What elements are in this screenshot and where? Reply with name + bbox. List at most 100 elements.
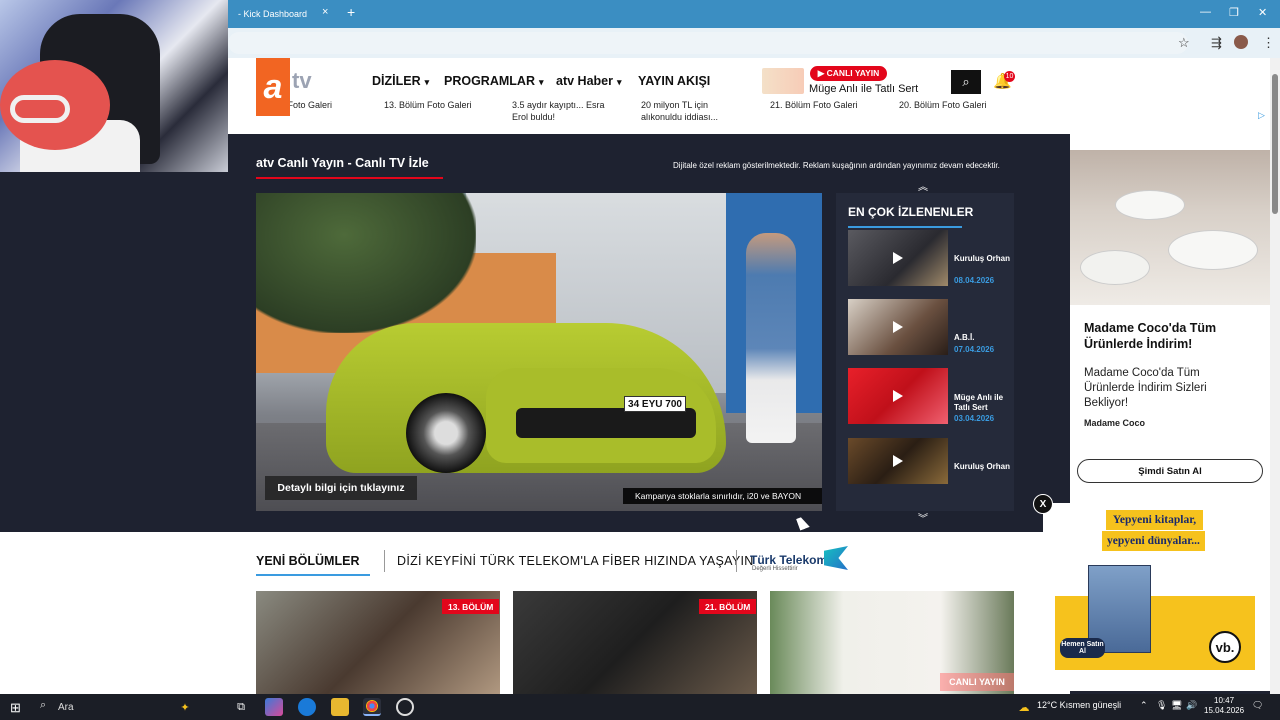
search-button[interactable]: ⌕ [951,70,981,94]
ad-dish [1115,190,1185,220]
webcam-overlay [0,0,228,172]
chevron-down-icon: ▾ [538,77,544,87]
nav-programlar[interactable]: PROGRAMLAR ▾ [444,74,544,88]
play-icon [893,321,903,333]
ad-dish [1168,230,1258,270]
new-tab-button[interactable]: + [347,4,355,20]
strip-item[interactable]: 3.5 aydır kayıptı... Esra Erol buldu! [512,99,622,123]
chevron-up-icon[interactable]: ︽ [918,178,928,193]
title-underline [256,177,443,179]
ad-headline[interactable]: Madame Coco'da Tüm Ürünlerde İndirim! [1084,320,1259,352]
network-icon[interactable]: 🖥 [1171,700,1182,711]
edge-icon[interactable] [298,698,316,716]
video-person [746,233,796,443]
copilot-sparkle-icon[interactable]: ✦ [176,698,194,716]
tab-close-icon[interactable]: × [322,6,328,18]
strip-item[interactable]: 20 milyon TL için alıkonuldu iddiası... [641,99,751,123]
chevron-down-icon[interactable]: ︾ [918,510,928,525]
play-icon [893,252,903,264]
detail-info-button[interactable]: Detaylı bilgi için tıklayınız [265,476,417,500]
address-bar [228,28,1280,58]
most-watched-date: 07.04.2026 [954,345,995,354]
divider [736,550,737,572]
live-broadcast-badge[interactable]: ▶ CANLI YAYIN [810,66,887,81]
most-watched-thumbnail[interactable] [848,230,948,286]
notification-badge: 10 [1004,71,1015,82]
chevron-down-icon: ▾ [424,77,430,87]
menu-icon[interactable]: ⋮ [1262,35,1275,51]
most-watched-thumbnail[interactable] [848,438,948,484]
book-ad-line: yepyeni dünyalar... [1102,531,1205,551]
atv-logo[interactable]: a [256,58,290,116]
live-show-title[interactable]: Müge Anlı ile Tatlı Sert [809,83,918,95]
minimize-button[interactable]: — [1200,6,1211,18]
tray-chevron-icon[interactable]: ⌃ [1140,700,1148,711]
ad-choices-icon[interactable]: ▷ [1258,110,1265,121]
strip-item[interactable]: 20. Bölüm Foto Galeri [899,99,987,111]
ad-brand: Madame Coco [1084,418,1146,428]
left-background [0,532,228,694]
profile-avatar[interactable] [1234,35,1248,49]
maximize-button[interactable]: ❐ [1229,6,1239,19]
turk-telekom-tagline: Değerli Hissettirir [752,566,798,572]
promo-text[interactable]: DİZİ KEYFİNİ TÜRK TELEKOM'LA FİBER HIZIN… [397,554,754,568]
obs-icon[interactable] [396,698,414,716]
buy-now-button[interactable]: Şimdi Satın Al [1077,459,1263,483]
bookmark-star-icon[interactable]: ☆ [1178,35,1190,51]
live-show-thumbnail[interactable] [762,68,804,94]
task-view-icon[interactable]: ⧉ [232,698,250,716]
logo-tv-text: tv [292,68,312,93]
strip-item[interactable]: 13. Bölüm Foto Galeri [384,99,472,111]
live-title: atv Canlı Yayın - Canlı TV İzle [256,156,429,170]
most-watched-underline [848,226,962,228]
windows-start-icon[interactable]: ⊞ [10,700,21,716]
episode-badge: 21. BÖLÜM [699,599,757,614]
video-caption: Kampanya stoklarla sınırlıdır, i20 ve BA… [623,488,822,504]
license-plate: 34 EYU 700 [624,396,686,412]
most-watched-title: EN ÇOK İZLENENLER [848,205,974,219]
weather-text[interactable]: 12°C Kısmen güneşli [1037,700,1121,710]
copilot-icon[interactable] [265,698,283,716]
video-player[interactable] [256,193,822,511]
most-watched-date: 03.04.2026 [954,414,995,423]
microphone-icon[interactable]: 🎙 [1156,700,1167,711]
video-tree [256,193,476,333]
play-icon [893,455,903,467]
url-input[interactable] [228,32,1188,54]
ad-dish [1080,250,1150,285]
most-watched-date: 08.04.2026 [954,276,995,285]
section-underline [256,574,370,576]
divider [384,550,385,572]
most-watched-name[interactable]: Kuruluş Orhan [954,462,1010,472]
close-window-button[interactable]: ✕ [1258,6,1267,19]
extensions-icon[interactable]: ⇶ [1211,35,1222,51]
nav-diziler[interactable]: DİZİLER ▾ [372,74,429,88]
ad-notice: Dijitale özel reklam gösterilmektedir. R… [673,161,1000,170]
most-watched-name[interactable]: Kuruluş Orhan [954,254,1010,264]
new-episodes-title[interactable]: YENİ BÖLÜMLER [256,554,359,568]
turk-telekom-logo[interactable]: Türk Telekom [750,553,827,567]
search-icon: ⌕ [962,74,970,89]
scrollbar-thumb[interactable] [1272,74,1278,214]
book-buy-button[interactable]: Hemen Satın Al [1060,638,1105,658]
video-car-wheel [406,393,486,473]
book-ad-line: Yepyeni kitaplar, [1106,510,1203,530]
tab-title: - Kick Dashboard [238,9,308,19]
strip-item[interactable]: 21. Bölüm Foto Galeri [770,99,858,111]
nav-yayin-akisi[interactable]: YAYIN AKIŞI [638,74,710,88]
notification-center-icon[interactable]: 🗨 [1252,700,1263,711]
clock[interactable]: 10:47 15.04.2026 [1204,696,1244,716]
weather-icon[interactable]: ☁ [1015,698,1033,716]
most-watched-thumbnail[interactable] [848,368,948,424]
ad-body: Madame Coco'da Tüm Ürünlerde İndirim Siz… [1084,367,1207,409]
volume-icon[interactable]: 🔊 [1186,700,1197,711]
file-explorer-icon[interactable] [331,698,349,716]
episode-badge: 13. BÖLÜM [442,599,500,614]
nav-atv-haber[interactable]: atv Haber ▾ [556,74,622,88]
most-watched-name[interactable]: A.B.İ. [954,333,1010,343]
most-watched-thumbnail[interactable] [848,299,948,355]
close-ad-button[interactable]: X [1033,494,1053,514]
most-watched-name[interactable]: Müge Anlı ile Tatlı Sert [954,393,1010,412]
headset [10,95,70,123]
chrome-icon[interactable] [363,698,381,716]
